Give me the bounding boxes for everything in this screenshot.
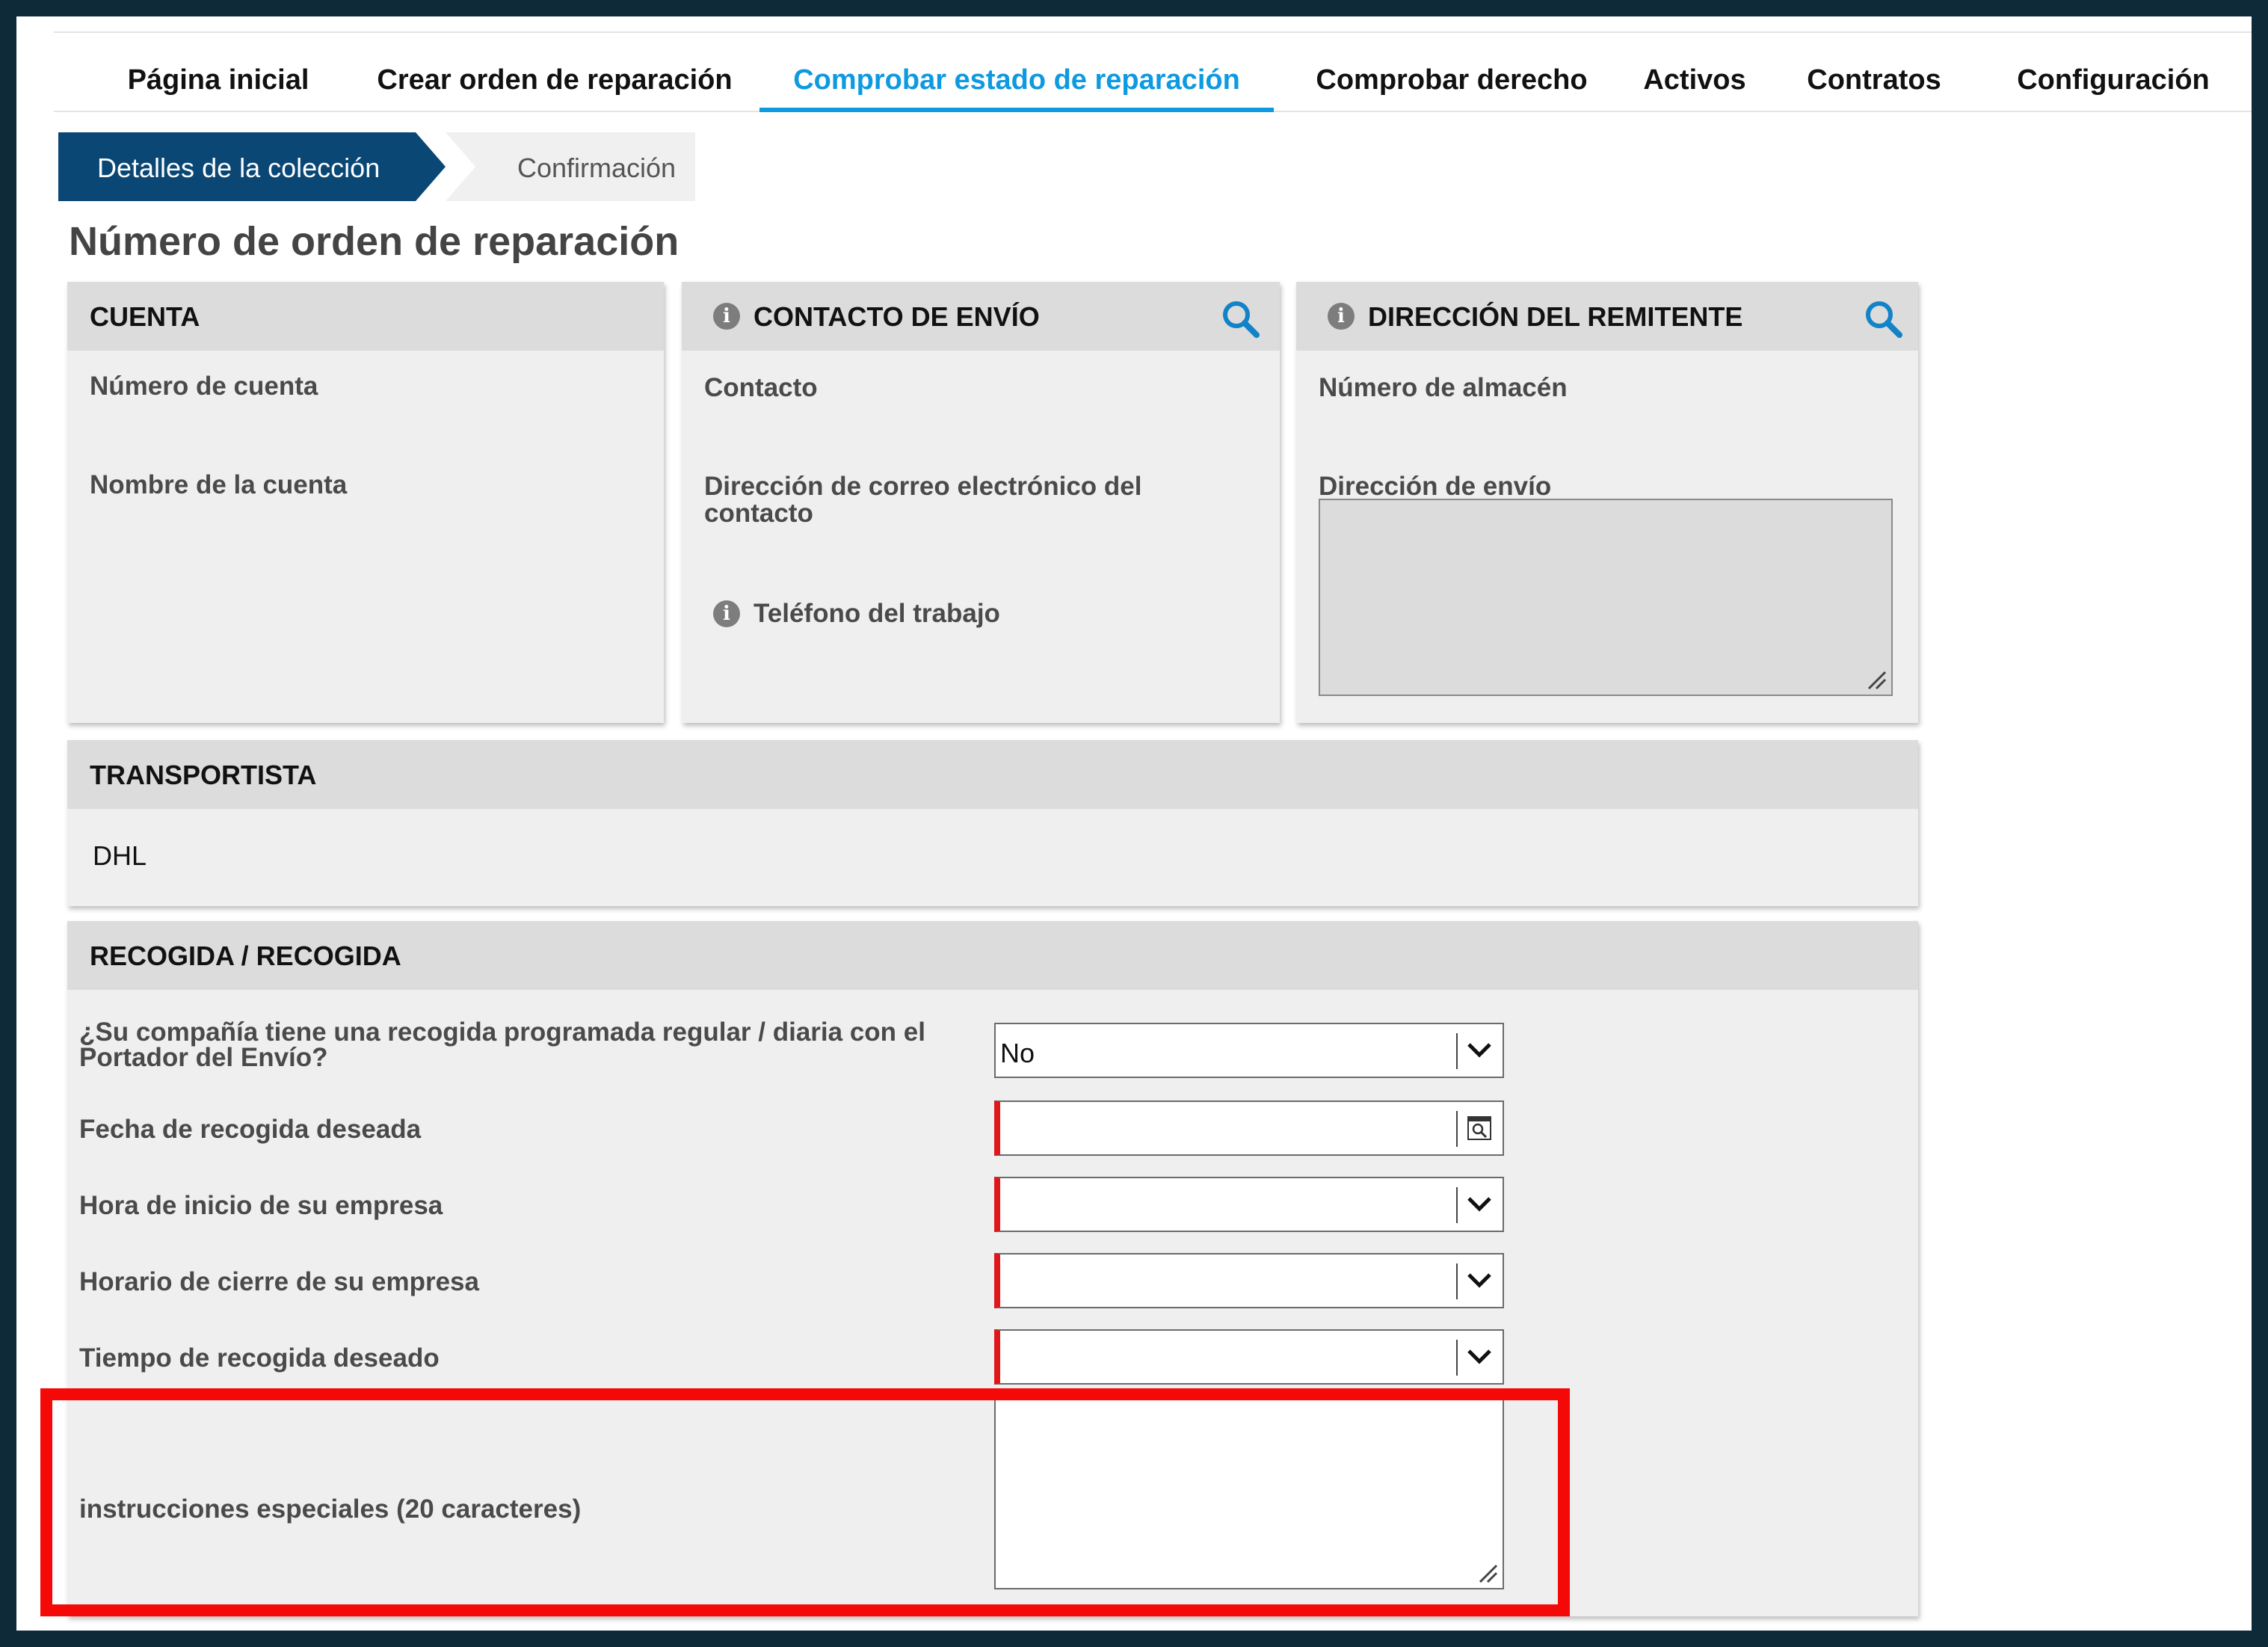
step-label: Detalles de la colección — [97, 153, 380, 183]
card-header: TRANSPORTISTA — [67, 740, 1918, 809]
account-name-label: Nombre de la cuenta — [90, 470, 348, 499]
calendar-icon[interactable] — [1467, 1115, 1492, 1141]
pickup-time-select[interactable] — [994, 1329, 1504, 1385]
tab-label: Comprobar derecho — [1316, 64, 1588, 96]
info-icon[interactable]: i — [1328, 303, 1355, 330]
app-window: Página inicial Crear orden de reparación… — [16, 16, 2252, 1631]
warehouse-number-label: Número de almacén — [1319, 373, 1568, 402]
card-header: i DIRECCIÓN DEL REMITENTE — [1296, 282, 1918, 351]
tab-comprobar-derecho[interactable]: Comprobar derecho — [1302, 33, 1601, 111]
tab-label: Activos — [1643, 64, 1746, 96]
search-icon[interactable] — [1220, 298, 1262, 340]
card-title: CUENTA — [90, 301, 200, 332]
card-header: CUENTA — [67, 282, 664, 351]
highlight-box — [40, 1388, 1570, 1616]
tab-activos[interactable]: Activos — [1631, 33, 1758, 111]
card-title: DIRECCIÓN DEL REMITENTE — [1368, 301, 1743, 332]
top-navigation: Página inicial Crear orden de reparación… — [54, 31, 2252, 112]
contact-email-label: Dirección de correo electrónico del cont… — [704, 472, 1142, 528]
card-title: CONTACTO DE ENVÍO — [754, 301, 1040, 332]
work-phone-label: Teléfono del trabajo — [754, 599, 1000, 628]
scheduled-pickup-value: No — [1000, 1038, 1035, 1068]
tab-crear-orden[interactable]: Crear orden de reparación — [360, 33, 749, 111]
info-icon[interactable]: i — [713, 303, 740, 330]
tab-label: Página inicial — [127, 64, 309, 96]
card-title: RECOGIDA / RECOGIDA — [90, 941, 401, 971]
tab-configuracion[interactable]: Configuración — [1990, 33, 2237, 111]
close-time-label: Horario de cierre de su empresa — [79, 1267, 479, 1296]
start-time-select[interactable] — [994, 1177, 1504, 1232]
divider — [1456, 1340, 1458, 1376]
card-header: i CONTACTO DE ENVÍO — [682, 282, 1280, 351]
info-icon[interactable]: i — [713, 600, 740, 627]
divider — [1456, 1187, 1458, 1223]
carrier-value: DHL — [93, 840, 147, 871]
pickup-date-field[interactable] — [994, 1100, 1504, 1156]
tab-label: Crear orden de reparación — [377, 64, 733, 96]
pickup-time-label: Tiempo de recogida deseado — [79, 1343, 440, 1373]
chevron-down-icon[interactable] — [1467, 1038, 1492, 1063]
contact-label: Contacto — [704, 373, 818, 402]
divider — [1456, 1033, 1458, 1069]
tab-label: Comprobar estado de reparación — [793, 64, 1240, 96]
tab-pagina-inicial[interactable]: Página inicial — [106, 33, 330, 111]
account-card: CUENTA Número de cuenta Nombre de la cue… — [67, 282, 664, 723]
divider — [1456, 1111, 1458, 1147]
divider — [1456, 1263, 1458, 1299]
card-header: RECOGIDA / RECOGIDA — [67, 921, 1918, 990]
step-label: Confirmación — [517, 153, 677, 183]
search-icon[interactable] — [1863, 298, 1905, 340]
shipping-address-label: Dirección de envío — [1319, 472, 1552, 501]
page-title: Número de orden de reparación — [69, 219, 680, 264]
chevron-down-icon[interactable] — [1467, 1344, 1492, 1370]
active-tab-indicator — [759, 108, 1274, 112]
close-time-select[interactable] — [994, 1253, 1504, 1308]
shipping-address-field[interactable] — [1319, 499, 1893, 696]
carrier-card: TRANSPORTISTA DHL — [67, 740, 1918, 906]
card-title: TRANSPORTISTA — [90, 760, 317, 790]
chevron-down-icon[interactable] — [1467, 1192, 1492, 1217]
chevron-down-icon[interactable] — [1467, 1268, 1492, 1293]
pickup-date-label: Fecha de recogida deseada — [79, 1115, 422, 1144]
shipping-contact-card: i CONTACTO DE ENVÍO Contacto Dirección d… — [682, 282, 1280, 723]
tab-label: Contratos — [1807, 64, 1941, 96]
tab-label: Configuración — [2017, 64, 2210, 96]
step-confirmacion[interactable]: Confirmación — [446, 132, 695, 201]
start-time-label: Hora de inicio de su empresa — [79, 1191, 443, 1220]
sender-address-card: i DIRECCIÓN DEL REMITENTE Número de alma… — [1296, 282, 1918, 723]
tab-comprobar-estado[interactable]: Comprobar estado de reparación — [759, 33, 1274, 112]
step-detalles-coleccion[interactable]: Detalles de la colección — [58, 132, 446, 201]
account-number-label: Número de cuenta — [90, 372, 318, 401]
scheduled-pickup-select[interactable]: No — [994, 1023, 1504, 1078]
resize-grip-icon[interactable] — [1866, 669, 1887, 690]
tab-contratos[interactable]: Contratos — [1788, 33, 1960, 111]
scheduled-pickup-label: ¿Su compañía tiene una recogida programa… — [79, 1018, 925, 1072]
